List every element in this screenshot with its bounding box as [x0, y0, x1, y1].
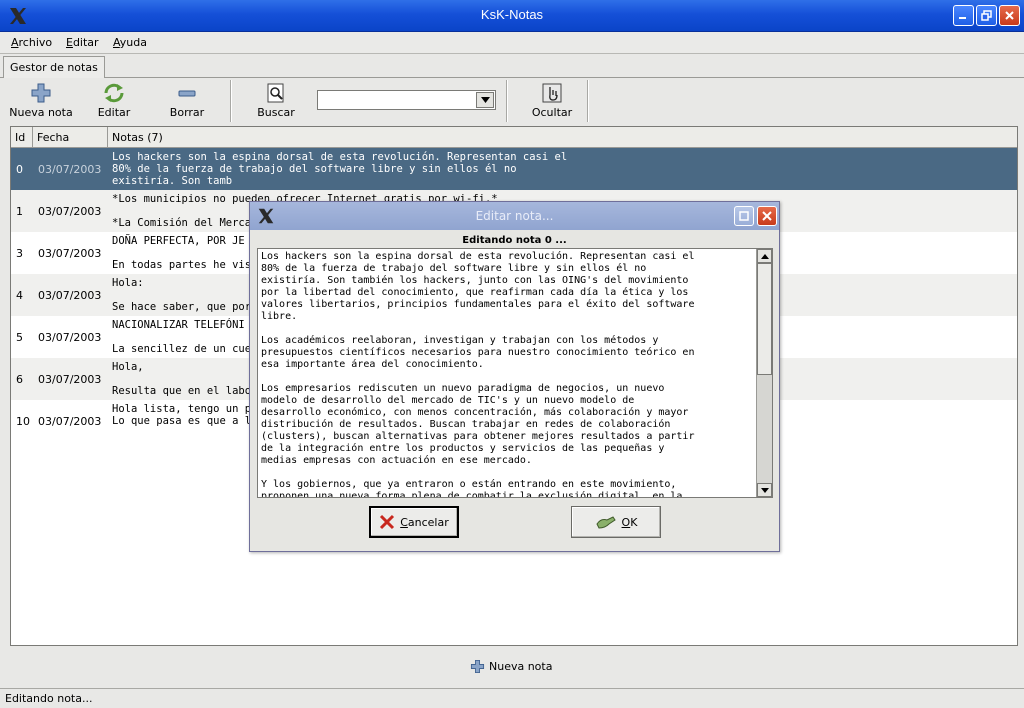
search-button[interactable]: Buscar [240, 82, 312, 122]
ok-hand-icon [595, 516, 616, 529]
note-text: Los hackers son la espina dorsal de esta… [261, 251, 695, 498]
tab-gestor-de-notas[interactable]: Gestor de notas [3, 56, 105, 78]
restore-button[interactable] [976, 5, 997, 26]
cancel-button[interactable]: Cancelar [369, 506, 459, 538]
column-header-date[interactable]: Fecha [33, 127, 108, 148]
scroll-up-button[interactable] [757, 249, 772, 263]
plus-icon [31, 83, 51, 103]
tab-strip: Gestor de notas [0, 54, 1024, 78]
hide-button[interactable]: Ocultar [516, 82, 588, 122]
table-header: Id Fecha Notas (7) [11, 127, 1017, 148]
menu-ayuda[interactable]: Ayuda [113, 36, 147, 49]
maximize-icon [739, 211, 749, 221]
toolbar-separator [506, 80, 508, 122]
status-bar: Editando nota... [0, 688, 1024, 708]
column-header-notes[interactable]: Notas (7) [108, 127, 1017, 148]
menu-bar: Archivo Editar Ayuda [0, 32, 1024, 54]
new-note-button[interactable]: Nueva nota [5, 82, 77, 122]
close-icon [762, 211, 772, 221]
close-icon [1005, 11, 1014, 20]
note-textarea[interactable]: Los hackers son la espina dorsal de esta… [257, 248, 773, 498]
column-header-id[interactable]: Id [11, 127, 33, 148]
delete-button[interactable]: Borrar [151, 82, 223, 122]
minimize-button[interactable] [953, 5, 974, 26]
minus-icon [178, 90, 196, 97]
scroll-down-button[interactable] [757, 483, 772, 497]
window-titlebar: KsK-Notas [0, 0, 1024, 32]
window-title: KsK-Notas [480, 7, 544, 22]
menu-editar[interactable]: Editar [66, 36, 99, 49]
plus-icon [470, 659, 485, 674]
toolbar-separator [230, 80, 232, 122]
dialog-titlebar: Editar nota... [250, 202, 779, 230]
search-icon [267, 83, 284, 103]
close-button[interactable] [999, 5, 1020, 26]
dialog-close-button[interactable] [757, 206, 777, 226]
chevron-up-icon [760, 253, 769, 259]
dialog-title: Editar nota... [475, 209, 554, 223]
scrollbar-thumb[interactable] [757, 263, 772, 375]
toolbar-separator [587, 80, 589, 122]
restore-icon [981, 10, 992, 21]
chevron-down-icon [760, 487, 769, 493]
minimize-icon [959, 17, 966, 19]
dialog-heading: Editando nota 0 ... [462, 235, 567, 246]
search-combo[interactable] [317, 90, 496, 110]
table-row[interactable]: 0 03/07/2003 Los hackers son la espina d… [11, 148, 1017, 190]
edit-note-dialog: Editar nota... Editando nota 0 ... Los h… [249, 201, 780, 552]
toolbar: Nueva nota Editar Borrar Buscar Ocultar [0, 78, 1024, 124]
status-text: Editando nota... [5, 692, 93, 705]
menu-archivo[interactable]: Archivo [11, 36, 52, 49]
cancel-x-icon [380, 514, 395, 530]
dialog-maximize-button[interactable] [734, 206, 754, 226]
bottom-new-note-button[interactable]: Nueva nota [470, 659, 552, 674]
vertical-scrollbar[interactable] [756, 249, 772, 497]
refresh-icon [104, 83, 124, 103]
combo-dropdown-button[interactable] [476, 92, 494, 108]
ok-button[interactable]: OK [571, 506, 661, 538]
chevron-down-icon [480, 97, 490, 103]
hand-pointer-icon [542, 83, 562, 103]
edit-button[interactable]: Editar [78, 82, 150, 122]
